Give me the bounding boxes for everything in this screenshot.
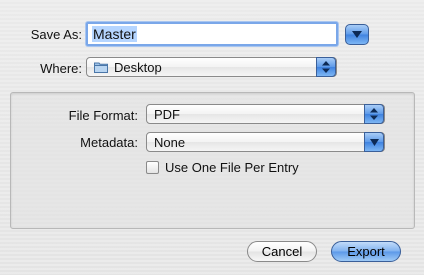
metadata-popup[interactable]: None <box>146 132 385 152</box>
metadata-label: Metadata: <box>80 135 138 150</box>
folder-icon <box>94 61 108 73</box>
one-file-per-entry-option[interactable]: Use One File Per Entry <box>146 160 299 175</box>
save-as-label: Save As: <box>30 27 82 42</box>
export-button[interactable]: Export <box>331 241 401 262</box>
where-selected: Desktop <box>114 59 162 75</box>
up-down-arrows-icon <box>370 108 378 120</box>
popup-arrows <box>316 57 336 77</box>
where-popup[interactable]: Desktop <box>86 57 337 77</box>
chevron-down-icon <box>369 138 379 146</box>
one-file-per-entry-checkbox[interactable] <box>146 161 159 174</box>
chevron-down-icon <box>352 31 362 38</box>
file-format-selected: PDF <box>154 106 180 122</box>
popup-arrows <box>364 104 384 124</box>
pulldown-arrow <box>364 132 384 152</box>
expand-dialog-button[interactable] <box>345 24 369 45</box>
metadata-selected: None <box>154 134 186 150</box>
save-as-input[interactable]: Master <box>86 22 338 46</box>
up-down-arrows-icon <box>322 61 330 73</box>
file-format-popup[interactable]: PDF <box>146 104 385 124</box>
save-dialog: Save As: Master Where: Desktop File Form… <box>0 0 424 275</box>
save-as-value: Master <box>92 26 137 42</box>
one-file-per-entry-label: Use One File Per Entry <box>165 160 299 175</box>
file-format-label: File Format: <box>68 108 138 123</box>
cancel-button[interactable]: Cancel <box>247 241 317 262</box>
where-label: Where: <box>40 61 82 76</box>
